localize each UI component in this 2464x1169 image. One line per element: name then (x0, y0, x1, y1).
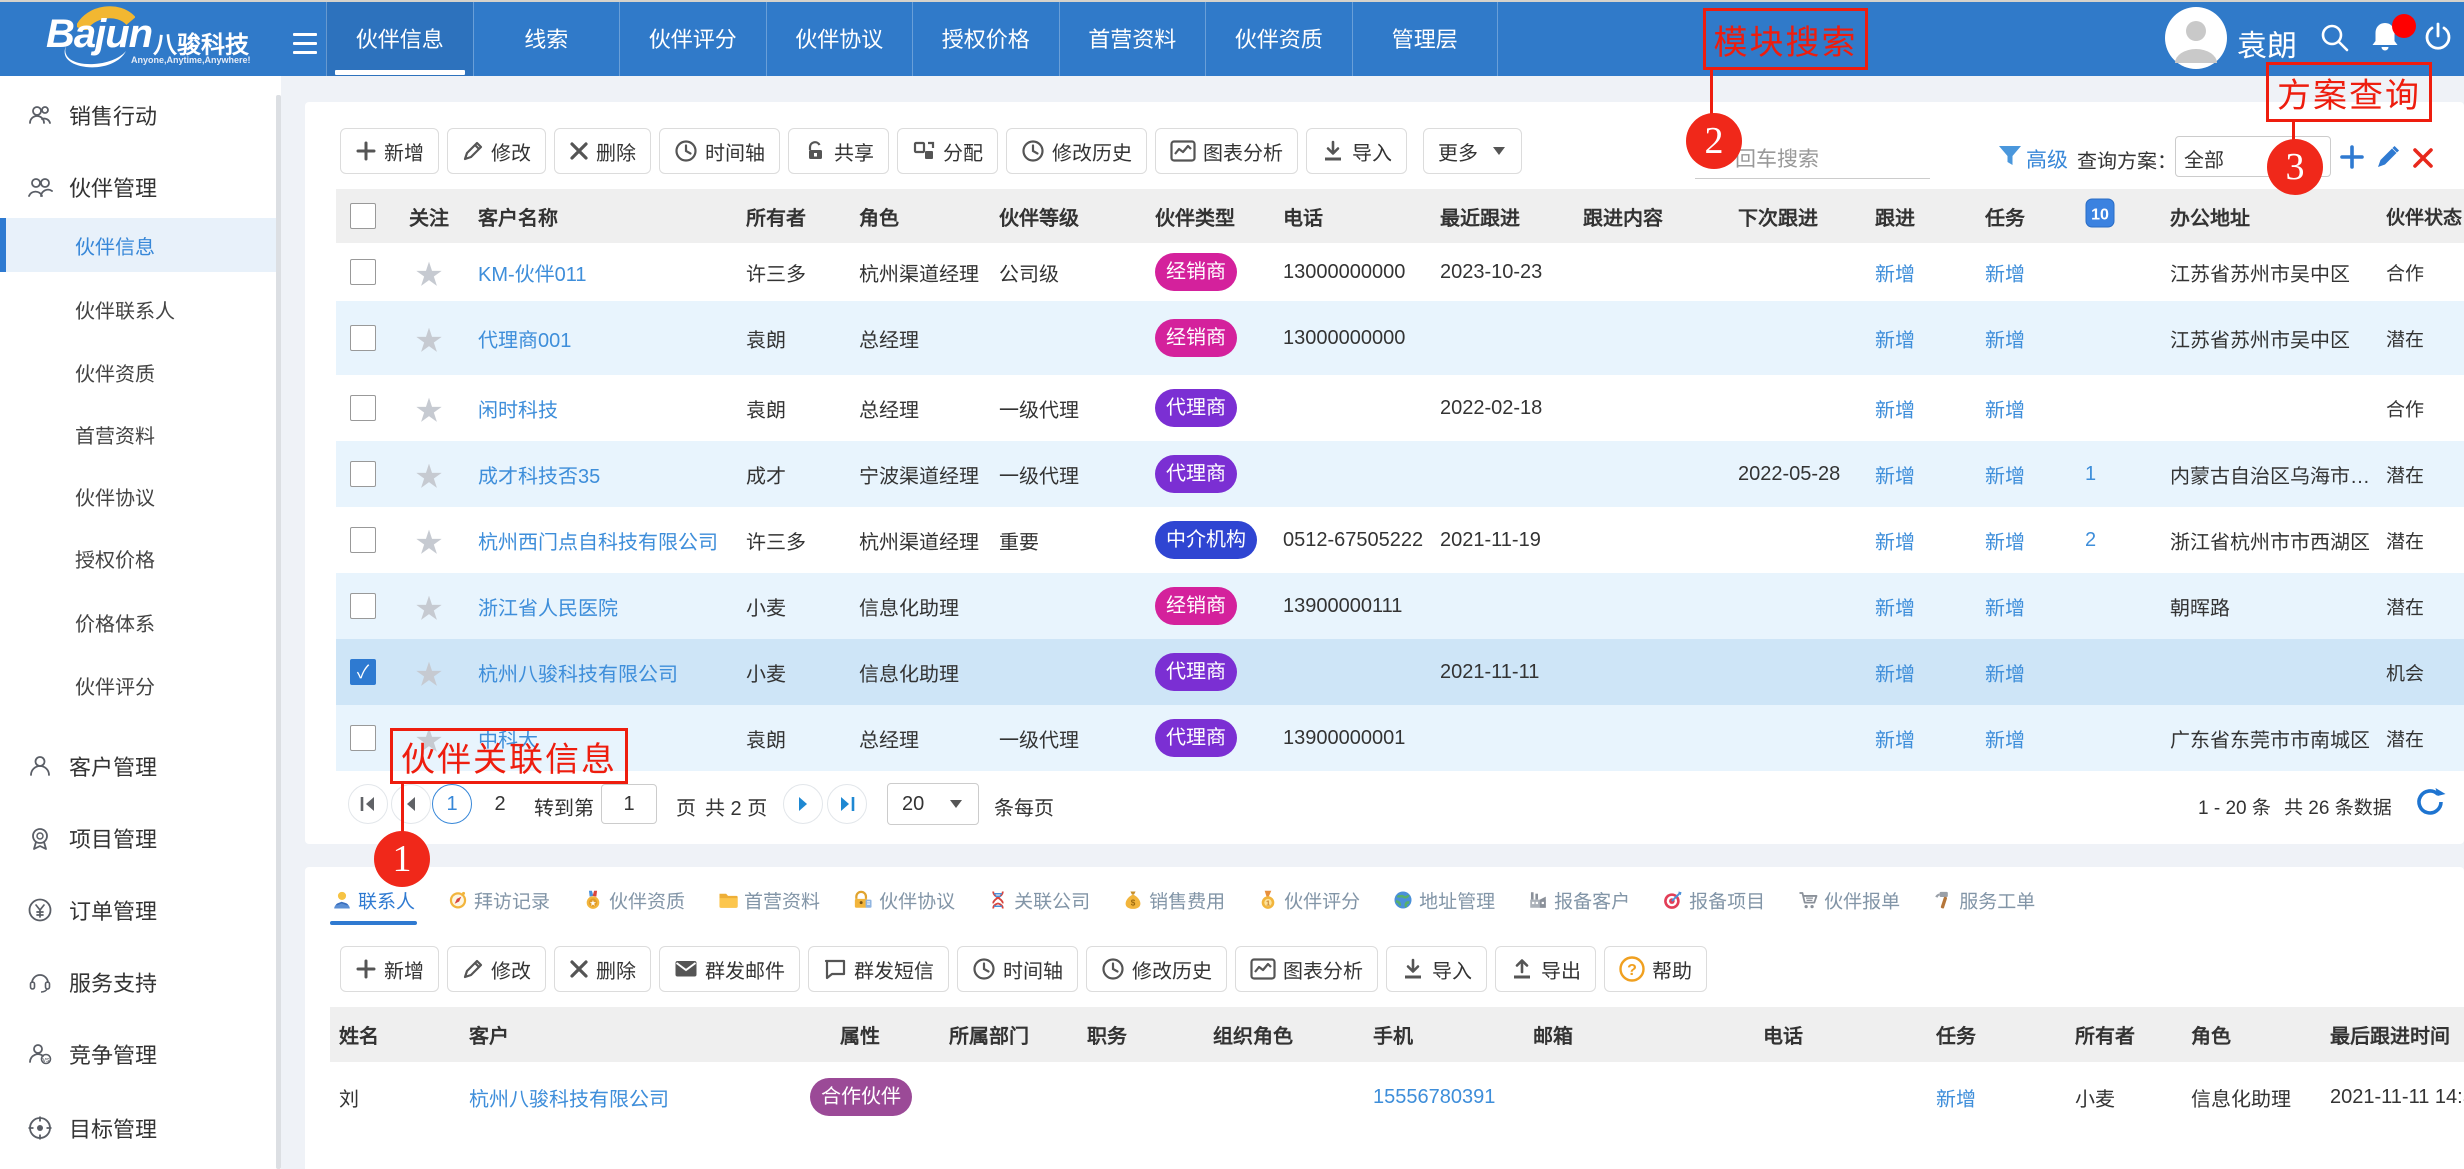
svg-text:?: ? (1627, 962, 1637, 979)
svg-text:$: $ (1131, 899, 1136, 908)
svg-text:★: ★ (590, 900, 597, 908)
svg-text:1: 1 (1266, 899, 1270, 908)
svg-text:10: 10 (2091, 207, 2109, 224)
svg-text:vs: vs (43, 1057, 51, 1064)
